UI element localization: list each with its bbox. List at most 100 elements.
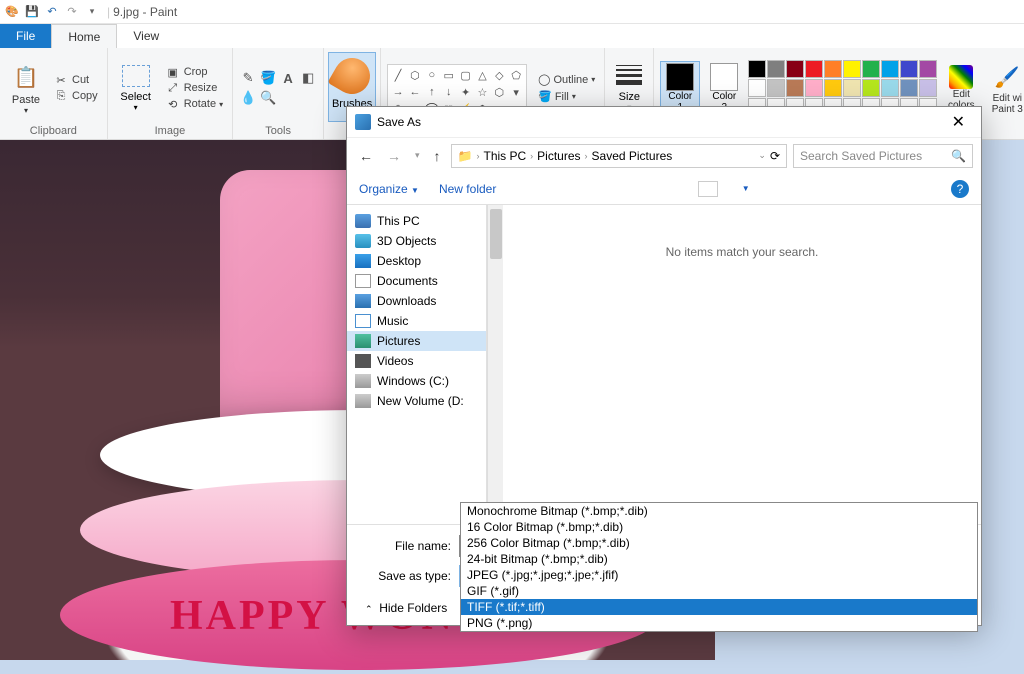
tree-item[interactable]: Desktop — [347, 251, 486, 271]
back-button[interactable]: ← — [355, 146, 377, 166]
palette-swatch[interactable] — [805, 79, 823, 97]
tab-home[interactable]: Home — [51, 24, 117, 48]
fill-icon[interactable]: 🪣 — [259, 69, 277, 87]
palette-swatch[interactable] — [786, 60, 804, 78]
paint3d-button[interactable]: 🖌️ Edit wi Paint 3 — [985, 55, 1024, 121]
folder-icon — [355, 234, 371, 248]
palette-swatch[interactable] — [843, 60, 861, 78]
group-tools-label: Tools — [239, 124, 317, 137]
tree-item[interactable]: New Volume (D: — [347, 391, 486, 411]
type-option[interactable]: 256 Color Bitmap (*.bmp;*.dib) — [461, 535, 977, 551]
group-clipboard-label: Clipboard — [6, 124, 101, 137]
size-button[interactable]: Size▾ — [611, 65, 647, 112]
tree-item[interactable]: Documents — [347, 271, 486, 291]
undo-icon[interactable]: ↶ — [44, 4, 60, 20]
type-option[interactable]: PNG (*.png) — [461, 615, 977, 631]
new-folder-button[interactable]: New folder — [439, 182, 496, 196]
tree-item[interactable]: Videos — [347, 351, 486, 371]
tree-item[interactable]: Pictures — [347, 331, 486, 351]
refresh-icon[interactable]: ⟳ — [770, 149, 780, 163]
type-option[interactable]: JPEG (*.jpg;*.jpeg;*.jpe;*.jfif) — [461, 567, 977, 583]
tree-item[interactable]: 3D Objects — [347, 231, 486, 251]
dialog-icon — [355, 114, 371, 130]
folder-icon — [355, 334, 371, 348]
palette-swatch[interactable] — [786, 79, 804, 97]
copy-button[interactable]: ⎘Copy — [50, 89, 101, 104]
palette-swatch[interactable] — [748, 79, 766, 97]
view-dropdown-icon[interactable]: ▼ — [742, 184, 750, 193]
fill-shape-button[interactable]: 🪣 Fill ▾ — [535, 89, 598, 104]
tree-item[interactable]: Windows (C:) — [347, 371, 486, 391]
magnifier-icon[interactable]: 🔍 — [259, 89, 277, 107]
palette-swatch[interactable] — [843, 79, 861, 97]
palette-swatch[interactable] — [805, 60, 823, 78]
type-option[interactable]: 24-bit Bitmap (*.bmp;*.dib) — [461, 551, 977, 567]
type-option[interactable]: TIFF (*.tif;*.tiff) — [461, 599, 977, 615]
chevron-up-icon: ⌃ — [365, 604, 373, 614]
paste-button[interactable]: 📋 Paste▾ — [6, 55, 46, 121]
type-option[interactable]: Monochrome Bitmap (*.bmp;*.dib) — [461, 503, 977, 519]
chevron-down-icon[interactable]: ⌄ — [758, 150, 766, 161]
tree-scrollbar[interactable] — [487, 205, 503, 524]
app-name: Paint — [150, 5, 177, 19]
paint3d-icon: 🖌️ — [991, 61, 1023, 93]
resize-button[interactable]: ⤢Resize — [162, 81, 226, 96]
view-button[interactable] — [698, 181, 718, 197]
pencil-icon[interactable]: ✎ — [239, 69, 257, 87]
up-button[interactable]: ↑ — [430, 146, 445, 166]
eyedropper-icon[interactable]: 💧 — [239, 89, 257, 107]
text-icon[interactable]: A — [279, 69, 297, 87]
type-option[interactable]: GIF (*.gif) — [461, 583, 977, 599]
eraser-icon[interactable]: ◧ — [299, 69, 317, 87]
organize-button[interactable]: Organize ▼ — [359, 182, 419, 196]
palette-swatch[interactable] — [881, 79, 899, 97]
document-title: 9.jpg — [113, 5, 139, 19]
palette-swatch[interactable] — [919, 79, 937, 97]
palette-swatch[interactable] — [862, 60, 880, 78]
close-button[interactable]: ✕ — [944, 110, 973, 134]
palette-swatch[interactable] — [900, 79, 918, 97]
palette-swatch[interactable] — [900, 60, 918, 78]
qat-dropdown-icon[interactable]: ▾ — [84, 4, 100, 20]
title-bar: 🎨 💾 ↶ ↷ ▾ | 9.jpg - Paint — [0, 0, 1024, 24]
palette-swatch[interactable] — [881, 60, 899, 78]
folder-tree[interactable]: This PC3D ObjectsDesktopDocumentsDownloa… — [347, 205, 487, 524]
outline-button[interactable]: ◯ Outline ▾ — [535, 72, 598, 87]
palette-swatch[interactable] — [824, 60, 842, 78]
recent-dropdown-icon[interactable]: ▾ — [411, 148, 424, 163]
shapes-gallery[interactable]: ╱⬡○▭▢△◇⬠ →←↑↓✦☆⬡▾ ⬡☁💬♡⚡⬢◐▾ — [387, 64, 527, 112]
help-button[interactable]: ? — [951, 180, 969, 198]
crop-button[interactable]: ▣Crop — [162, 65, 226, 80]
rotate-icon: ⟲ — [165, 98, 181, 111]
rotate-button[interactable]: ⟲Rotate ▾ — [162, 97, 226, 112]
tab-view[interactable]: View — [117, 24, 175, 48]
save-icon[interactable]: 💾 — [24, 4, 40, 20]
redo-icon[interactable]: ↷ — [64, 4, 80, 20]
forward-button[interactable]: → — [383, 146, 405, 166]
dialog-title: Save As — [377, 115, 421, 129]
filename-label: File name: — [361, 539, 459, 553]
palette-swatch[interactable] — [919, 60, 937, 78]
tree-item[interactable]: Downloads — [347, 291, 486, 311]
copy-icon: ⎘ — [53, 90, 69, 103]
color2-swatch — [710, 63, 738, 91]
empty-message: No items match your search. — [666, 245, 819, 259]
folder-icon — [355, 354, 371, 368]
brush-icon — [328, 51, 377, 100]
palette-swatch[interactable] — [862, 79, 880, 97]
palette-swatch[interactable] — [748, 60, 766, 78]
folder-icon — [355, 214, 371, 228]
tree-item[interactable]: This PC — [347, 211, 486, 231]
search-input[interactable]: Search Saved Pictures 🔍 — [793, 144, 973, 168]
type-option[interactable]: 16 Color Bitmap (*.bmp;*.dib) — [461, 519, 977, 535]
select-button[interactable]: Select▾ — [114, 65, 158, 112]
palette-swatch[interactable] — [767, 79, 785, 97]
palette-swatch[interactable] — [824, 79, 842, 97]
ribbon-tabs: File Home View — [0, 24, 1024, 48]
cut-button[interactable]: ✂Cut — [50, 73, 101, 88]
breadcrumb[interactable]: 📁› This PC› Pictures› Saved Pictures ⌄ ⟳ — [451, 144, 787, 168]
palette-swatch[interactable] — [767, 60, 785, 78]
type-dropdown-list[interactable]: Monochrome Bitmap (*.bmp;*.dib)16 Color … — [460, 502, 978, 632]
tree-item[interactable]: Music — [347, 311, 486, 331]
tab-file[interactable]: File — [0, 24, 51, 48]
